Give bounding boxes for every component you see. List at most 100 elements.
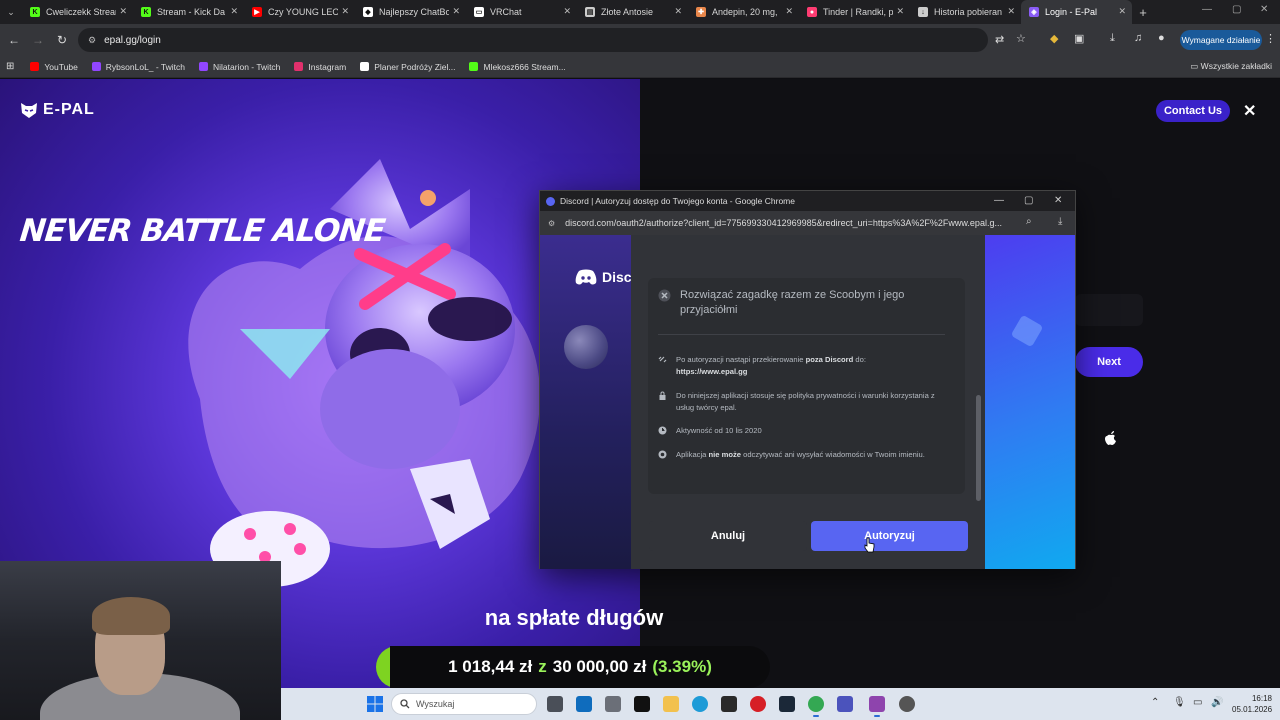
tab-close-icon[interactable]: ✕ — [230, 6, 238, 17]
goal-percent: (3.39%) — [652, 657, 712, 676]
new-tab-button[interactable]: + — [1132, 5, 1154, 20]
taskbar-search-input[interactable]: Wyszukaj — [391, 693, 537, 715]
url-input[interactable]: ⚙ epal.gg/login — [78, 28, 988, 52]
close-login-icon[interactable]: ✕ — [1243, 101, 1256, 121]
browser-tab[interactable]: ▶ Czy YOUNG LEOS ✕ — [244, 0, 355, 24]
popup-maximize-icon[interactable]: ▢ — [1024, 195, 1033, 206]
browser-tab[interactable]: ● Tinder | Randki, p ✕ — [799, 0, 910, 24]
browser-tab[interactable]: K Cweliczekk Stream ✕ — [22, 0, 133, 24]
bookmark-star-icon[interactable]: ☆ — [1016, 32, 1026, 45]
reload-icon[interactable]: ↻ — [50, 33, 74, 47]
store-icon[interactable] — [605, 696, 621, 712]
tab-close-icon[interactable]: ✕ — [341, 6, 349, 17]
bookmark-item[interactable]: YouTube — [30, 62, 78, 72]
discord-page: Disc Rozwiązać zagadkę razem ze Scoobym … — [540, 235, 1075, 569]
action-required-button[interactable]: Wymagane działanie — [1180, 30, 1262, 50]
epic-games-icon[interactable] — [721, 696, 737, 712]
teams-icon[interactable] — [837, 696, 853, 712]
maximize-icon[interactable]: ▢ — [1232, 4, 1241, 15]
browser-tab[interactable]: ▤ Złote Antosie ✕ — [577, 0, 688, 24]
epal-logo[interactable]: E-PAL — [19, 100, 95, 120]
tab-close-icon[interactable]: ✕ — [674, 6, 682, 17]
decorative-shape — [1010, 314, 1044, 348]
browser-tab[interactable]: ◈ Login - E-Pal ✕ — [1021, 0, 1132, 24]
tab-close-icon[interactable]: ✕ — [785, 6, 793, 17]
tray-expand-icon[interactable]: ⌃ — [1151, 697, 1159, 708]
file-explorer-icon[interactable] — [663, 696, 679, 712]
apple-login-icon[interactable] — [1104, 430, 1118, 446]
tiktok-icon[interactable] — [634, 696, 650, 712]
opera-icon[interactable] — [750, 696, 766, 712]
panel-scrollbar[interactable] — [976, 395, 981, 501]
bookmark-label: Mlekosz666 Stream... — [483, 61, 566, 72]
taskbar-clock[interactable]: 16:18 05.01.2026 — [1232, 693, 1272, 715]
microphone-icon[interactable]: 🎙 — [1173, 697, 1186, 708]
extensions-puzzle-icon[interactable]: ▣ — [1074, 32, 1084, 45]
cancel-button[interactable]: Anuluj — [649, 521, 807, 551]
scope-item: Rozwiązać zagadkę razem ze Scoobym i jeg… — [658, 288, 948, 318]
outlook-icon[interactable] — [576, 696, 592, 712]
scope-denied-icon — [658, 289, 671, 302]
minimize-icon[interactable]: — — [1202, 4, 1212, 15]
all-bookmarks-folder[interactable]: ▭ Wszystkie zakładki — [1190, 61, 1272, 72]
network-icon[interactable]: ▭ — [1193, 697, 1202, 708]
authorize-button[interactable]: Autoryzuj — [811, 521, 968, 551]
bookmark-item[interactable]: Mlekosz666 Stream... — [469, 61, 566, 72]
obs-icon[interactable] — [899, 696, 915, 712]
bookmark-item[interactable]: Instagram — [294, 62, 346, 72]
info-messages: Aplikacja nie może odczytywać ani wysyła… — [658, 449, 948, 461]
login-input-field[interactable] — [1075, 294, 1143, 326]
next-button[interactable]: Next — [1075, 347, 1143, 377]
popup-url-bar[interactable]: ⚙ discord.com/oauth2/authorize?client_id… — [540, 211, 1075, 235]
apps-grid-icon[interactable]: ⊞ — [6, 61, 14, 72]
chrome-icon[interactable] — [808, 696, 824, 717]
browser-tab[interactable]: ▭ VRChat ✕ — [466, 0, 577, 24]
bookmark-item[interactable]: Nilatarion - Twitch — [199, 62, 280, 72]
downloads-icon[interactable]: ⤓ — [1110, 32, 1115, 45]
bookmark-favicon-icon — [294, 62, 304, 71]
discord-taskbar-icon[interactable] — [869, 696, 885, 717]
browser-tab[interactable]: ◆ Najlepszy ChatBo ✕ — [355, 0, 466, 24]
bookmark-item[interactable]: Planer Podróży Ziel... — [360, 62, 455, 72]
tab-close-icon[interactable]: ✕ — [1007, 6, 1015, 17]
popup-minimize-icon[interactable]: — — [994, 195, 1004, 206]
extension-gem-icon[interactable]: ◆ — [1050, 32, 1058, 45]
tab-close-icon[interactable]: ✕ — [452, 6, 460, 17]
site-info-icon[interactable]: ⚙ — [88, 35, 96, 46]
windows-start-icon[interactable] — [367, 696, 383, 712]
tab-search-chevron-icon[interactable]: ⌄ — [0, 0, 22, 24]
browser-tab[interactable]: ↓ Historia pobieran ✕ — [910, 0, 1021, 24]
contact-us-button[interactable]: Contact Us — [1156, 100, 1230, 122]
profile-avatar-icon[interactable]: ● — [1158, 32, 1165, 44]
back-icon[interactable]: ← — [2, 33, 26, 47]
steam-icon[interactable] — [779, 696, 795, 712]
tab-close-icon[interactable]: ✕ — [896, 6, 904, 17]
popup-close-icon[interactable]: ✕ — [1054, 195, 1062, 206]
task-view-icon[interactable] — [547, 696, 563, 712]
info-messages-post: odczytywać ani wysyłać wiadomości w Twoi… — [741, 450, 925, 459]
popup-zoom-icon[interactable]: ⌕ — [1026, 216, 1032, 227]
browser-tab[interactable]: K Stream - Kick Da ✕ — [133, 0, 244, 24]
volume-icon[interactable]: 🔊 — [1211, 697, 1223, 708]
media-icon[interactable]: ♫ — [1134, 32, 1142, 44]
tab-close-icon[interactable]: ✕ — [1118, 6, 1126, 17]
menu-kebab-icon[interactable]: ⋮ — [1265, 32, 1276, 45]
shield-icon — [658, 450, 667, 459]
edge-icon[interactable] — [692, 696, 708, 712]
tab-close-icon[interactable]: ✕ — [119, 6, 127, 17]
bookmark-item[interactable]: RybsonLoL_ - Twitch — [91, 62, 185, 72]
mouse-cursor-icon — [864, 537, 875, 553]
popup-download-icon[interactable]: ⤓ — [1058, 216, 1062, 227]
translate-icon[interactable]: ⇄ — [995, 33, 1004, 46]
donation-goal-title: na spłate długów — [484, 605, 664, 630]
lock-icon — [659, 391, 666, 400]
popup-titlebar: Discord | Autoryzuj dostęp do Twojego ko… — [540, 191, 1075, 211]
bookmark-favicon-icon — [360, 62, 370, 71]
close-window-icon[interactable]: ✕ — [1260, 4, 1268, 15]
forward-icon[interactable]: → — [26, 33, 50, 47]
browser-tab[interactable]: ✚ Andepin, 20 mg, ✕ — [688, 0, 799, 24]
popup-site-info-icon[interactable]: ⚙ — [548, 219, 555, 228]
tab-close-icon[interactable]: ✕ — [563, 6, 571, 17]
info-privacy: Do niniejszej aplikacji stosuje się poli… — [658, 390, 948, 414]
epal-logo-icon — [21, 103, 37, 118]
